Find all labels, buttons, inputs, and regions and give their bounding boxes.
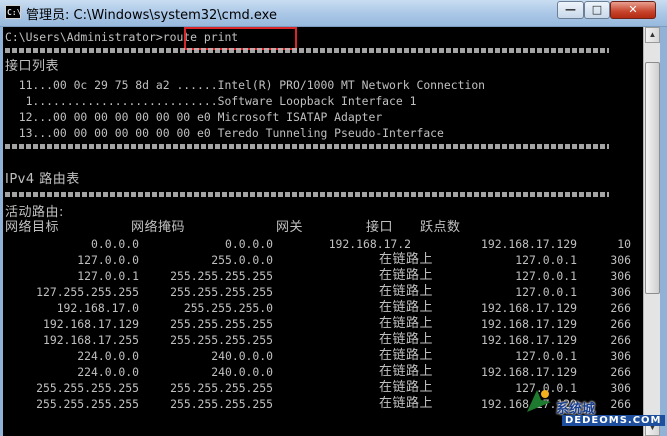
route-destination: 224.0.0.0 — [77, 365, 139, 379]
route-netmask: 255.255.255.0 — [183, 301, 273, 315]
route-destination: 127.255.255.255 — [36, 285, 139, 299]
cmd-window: C:\ 管理员: C:\Windows\system32\cmd.exe — □… — [0, 0, 667, 436]
route-destination: 255.255.255.255 — [36, 381, 139, 395]
console-output[interactable]: C:\Users\Administrator>route print 接口列表 … — [3, 27, 643, 436]
route-destination: 127.0.0.1 — [77, 269, 139, 283]
maximize-button[interactable]: □ — [584, 1, 610, 19]
vertical-scrollbar[interactable]: ▲ ▼ — [643, 27, 661, 436]
window-title: 管理员: C:\Windows\system32\cmd.exe — [26, 8, 277, 23]
route-netmask: 255.255.255.255 — [170, 317, 273, 331]
route-interface: 192.168.17.129 — [480, 317, 577, 331]
route-gateway: 在链路上 — [378, 252, 433, 267]
route-destination: 192.168.17.129 — [42, 317, 139, 331]
interface-line: 11...00 0c 29 75 8d a2 ......Intel(R) PR… — [5, 78, 486, 92]
close-button[interactable]: ✕ — [610, 1, 656, 19]
route-destination: 127.0.0.0 — [77, 253, 139, 267]
interface-line: 13...00 00 00 00 00 00 00 e0 Teredo Tunn… — [5, 126, 444, 140]
route-destination: 255.255.255.255 — [36, 397, 139, 411]
route-gateway: 在链路上 — [378, 380, 433, 395]
prompt: C:\Users\Administrator> — [5, 30, 163, 44]
active-routes-title: 活动路由: — [5, 205, 64, 220]
route-gateway: 在链路上 — [378, 348, 433, 363]
route-gateway: 在链路上 — [378, 316, 433, 331]
route-gateway: 在链路上 — [378, 396, 433, 411]
route-netmask: 255.255.255.255 — [170, 285, 273, 299]
route-interface: 127.0.0.1 — [515, 349, 577, 363]
route-netmask: 0.0.0.0 — [224, 237, 273, 251]
route-netmask: 240.0.0.0 — [211, 349, 273, 363]
route-interface: 192.168.17.129 — [480, 237, 577, 251]
route-metric: 266 — [610, 365, 631, 379]
watermark-domain: DEDEOMS.COM — [562, 415, 665, 426]
route-metric: 306 — [610, 285, 631, 299]
ipv4-table-title: IPv4 路由表 — [5, 172, 80, 187]
route-interface: 192.168.17.129 — [480, 301, 577, 315]
route-destination: 224.0.0.0 — [77, 349, 139, 363]
scroll-thumb[interactable] — [645, 62, 660, 294]
route-gateway: 192.168.17.2 — [328, 237, 411, 251]
route-destination: 192.168.17.0 — [56, 301, 139, 315]
route-metric: 266 — [610, 317, 631, 331]
separator — [5, 192, 609, 197]
route-metric: 306 — [610, 269, 631, 283]
route-metric: 306 — [610, 349, 631, 363]
route-metric: 266 — [610, 333, 631, 347]
route-gateway: 在链路上 — [378, 268, 433, 283]
route-gateway: 在链路上 — [378, 332, 433, 347]
route-netmask: 255.0.0.0 — [211, 253, 273, 267]
route-destination: 192.168.17.255 — [42, 333, 139, 347]
header-interface: 接口 — [366, 220, 394, 235]
route-interface: 127.0.0.1 — [515, 285, 577, 299]
route-netmask: 240.0.0.0 — [211, 365, 273, 379]
site-watermark: 系统城 DEDEOMS.COM — [520, 382, 667, 436]
route-metric: 10 — [617, 237, 631, 251]
route-netmask: 255.255.255.255 — [170, 333, 273, 347]
title-bar[interactable]: C:\ 管理员: C:\Windows\system32\cmd.exe — □… — [0, 0, 667, 27]
route-interface: 127.0.0.1 — [515, 269, 577, 283]
route-netmask: 255.255.255.255 — [170, 269, 273, 283]
route-interface: 127.0.0.1 — [515, 253, 577, 267]
command-highlight-box — [184, 27, 297, 50]
window-frame — [660, 27, 667, 436]
minimize-button[interactable]: — — [557, 1, 584, 19]
scroll-up-arrow-icon[interactable]: ▲ — [645, 27, 660, 43]
route-metric: 306 — [610, 253, 631, 267]
cmd-icon[interactable]: C:\ — [5, 5, 21, 19]
route-gateway: 在链路上 — [378, 284, 433, 299]
route-gateway: 在链路上 — [378, 364, 433, 379]
header-netmask: 网络掩码 — [131, 220, 186, 235]
interface-line: 12...00 00 00 00 00 00 00 e0 Microsoft I… — [5, 110, 383, 124]
route-gateway: 在链路上 — [378, 300, 433, 315]
interface-list-title: 接口列表 — [5, 59, 60, 74]
route-netmask: 255.255.255.255 — [170, 381, 273, 395]
header-metric: 跃点数 — [420, 220, 461, 235]
watermark-logo-icon — [527, 390, 551, 412]
route-destination: 0.0.0.0 — [90, 237, 139, 251]
route-netmask: 255.255.255.255 — [170, 397, 273, 411]
interface-line: 1...........................Software Loo… — [5, 94, 417, 108]
route-interface: 192.168.17.129 — [480, 333, 577, 347]
separator — [5, 144, 609, 149]
route-interface: 192.168.17.129 — [480, 365, 577, 379]
header-gateway: 网关 — [276, 220, 304, 235]
route-metric: 266 — [610, 301, 631, 315]
header-network-destination: 网络目标 — [5, 220, 60, 235]
separator — [5, 48, 609, 53]
